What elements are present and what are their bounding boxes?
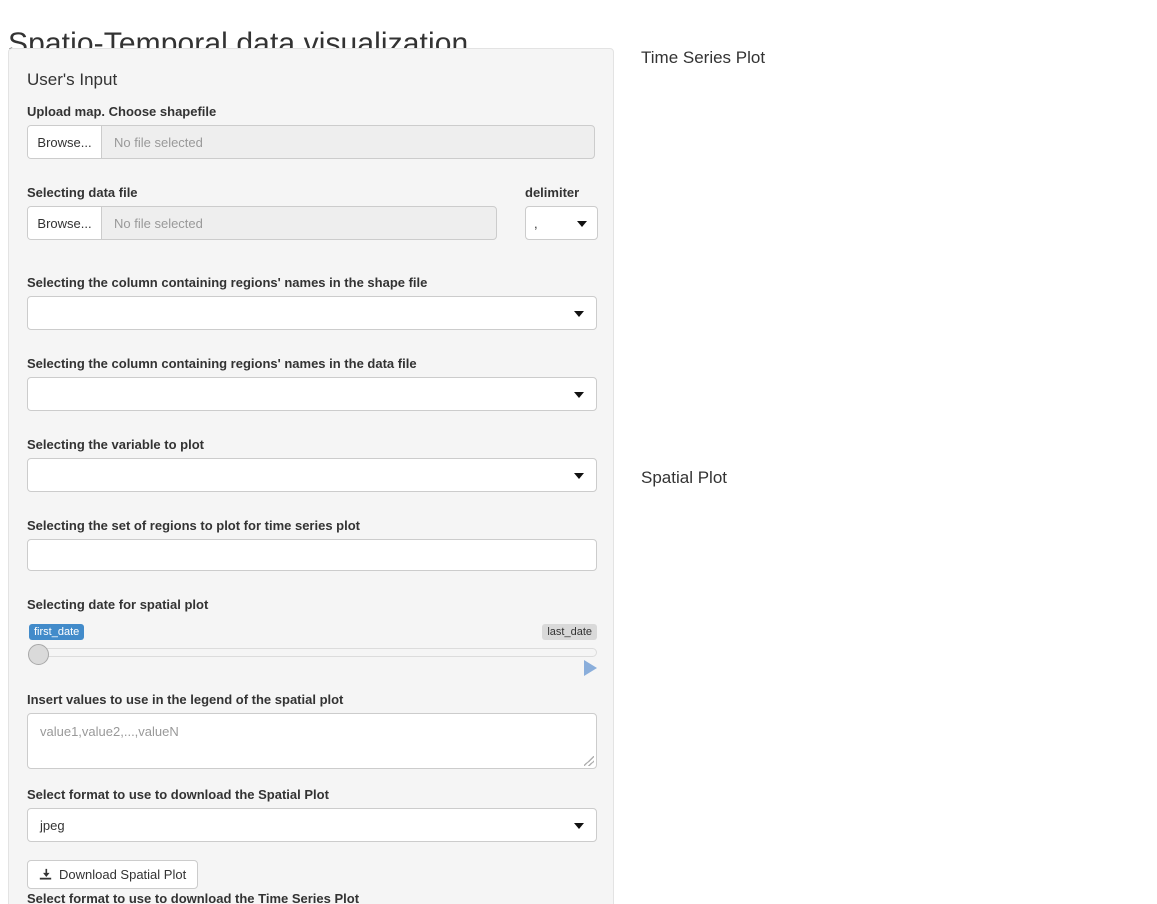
- shapefile-row: Browse... No file selected: [27, 125, 595, 159]
- download-spatial-plot-label: Download Spatial Plot: [59, 867, 187, 882]
- delimiter-value: ,: [534, 215, 538, 231]
- download-icon: [39, 868, 52, 880]
- shapefile-group: Upload map. Choose shapefile Browse... N…: [27, 104, 595, 159]
- shape-region-column-select[interactable]: [27, 296, 597, 330]
- regions-set-input[interactable]: [27, 539, 597, 571]
- date-slider-label: Selecting date for spatial plot: [27, 597, 209, 612]
- regions-set-label: Selecting the set of regions to plot for…: [27, 518, 360, 533]
- user-input-panel: User's Input Upload map. Choose shapefil…: [8, 48, 614, 904]
- datafile-filename: No file selected: [114, 215, 203, 231]
- play-icon[interactable]: [584, 660, 597, 676]
- panel-heading: User's Input: [27, 70, 118, 89]
- data-region-column-label: Selecting the column containing regions'…: [27, 356, 417, 371]
- regions-set-group: Selecting the set of regions to plot for…: [27, 518, 597, 571]
- spatial-plot-heading: Spatial Plot: [641, 468, 727, 487]
- variable-label: Selecting the variable to plot: [27, 437, 204, 452]
- download-spatial-group: Download Spatial Plot: [27, 860, 595, 891]
- delimiter-select[interactable]: ,: [525, 206, 598, 240]
- spatial-format-label: Select format to use to download the Spa…: [27, 787, 329, 802]
- shape-region-column-label: Selecting the column containing regions'…: [27, 275, 428, 290]
- datafile-browse-button[interactable]: Browse...: [28, 207, 102, 239]
- timeseries-format-group: Select format to use to download the Tim…: [27, 891, 595, 904]
- spatial-format-select[interactable]: jpeg: [27, 808, 597, 842]
- spatial-format-value: jpeg: [40, 817, 65, 833]
- time-series-plot-area: [641, 68, 1141, 468]
- time-series-plot-heading: Time Series Plot: [641, 48, 766, 67]
- chevron-down-icon: [574, 823, 584, 829]
- chevron-down-icon: [574, 311, 584, 317]
- spatial-format-group: Select format to use to download the Spa…: [27, 787, 597, 842]
- chevron-down-icon: [577, 221, 587, 227]
- datafile-group: Selecting data file Browse... No file se…: [27, 185, 598, 240]
- datafile-label: Selecting data file: [27, 185, 138, 200]
- shapefile-browse-button[interactable]: Browse...: [28, 126, 102, 158]
- slider-to-tooltip: last_date: [542, 624, 597, 640]
- datafile-input[interactable]: Browse... No file selected: [27, 206, 497, 240]
- shapefile-filename: No file selected: [114, 134, 203, 150]
- delimiter-label: delimiter: [525, 185, 580, 200]
- shape-region-column-group: Selecting the column containing regions'…: [27, 275, 597, 330]
- app-root: Spatio-Temporal data visualization User'…: [0, 0, 1157, 904]
- chevron-down-icon: [574, 473, 584, 479]
- slider-from-tooltip: first_date: [29, 624, 85, 640]
- slider-track[interactable]: [35, 648, 597, 657]
- main-pane: Time Series Plot Spatial Plot: [641, 48, 1141, 488]
- variable-group: Selecting the variable to plot: [27, 437, 597, 492]
- download-spatial-plot-button[interactable]: Download Spatial Plot: [27, 860, 199, 889]
- shapefile-label: Upload map. Choose shapefile: [27, 104, 217, 119]
- shapefile-input[interactable]: Browse... No file selected: [27, 125, 595, 159]
- data-region-column-select[interactable]: [27, 377, 597, 411]
- date-slider[interactable]: first_date last_date: [27, 618, 597, 676]
- variable-select[interactable]: [27, 458, 597, 492]
- legend-values-textarea[interactable]: value1,value2,...,valueN: [27, 713, 597, 769]
- timeseries-format-label: Select format to use to download the Tim…: [27, 891, 360, 904]
- delimiter-block: delimiter ,: [525, 185, 598, 240]
- chevron-down-icon: [574, 392, 584, 398]
- datafile-row: Selecting data file Browse... No file se…: [27, 185, 598, 240]
- data-region-column-group: Selecting the column containing regions'…: [27, 356, 597, 411]
- date-slider-group: Selecting date for spatial plot first_da…: [27, 597, 597, 676]
- legend-values-label: Insert values to use in the legend of th…: [27, 692, 344, 707]
- resize-handle-icon[interactable]: [584, 756, 594, 766]
- datafile-block: Selecting data file Browse... No file se…: [27, 185, 497, 240]
- legend-values-group: Insert values to use in the legend of th…: [27, 692, 597, 769]
- slider-handle[interactable]: [28, 644, 49, 665]
